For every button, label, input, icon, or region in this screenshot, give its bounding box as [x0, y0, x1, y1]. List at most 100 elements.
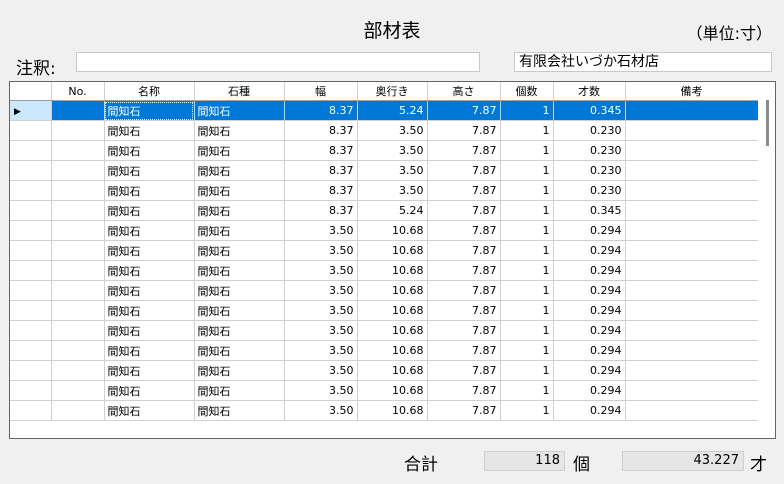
cell-count[interactable]: 1 [500, 400, 554, 421]
cell-remarks[interactable] [625, 240, 759, 261]
cell-name[interactable]: 間知石 [104, 280, 195, 301]
cell-height[interactable]: 7.87 [427, 340, 501, 361]
row-header[interactable] [10, 240, 52, 261]
cell-sai[interactable]: 0.230 [553, 180, 626, 201]
cell-depth[interactable]: 10.68 [357, 240, 428, 261]
cell-no[interactable] [51, 100, 105, 121]
cell-stone[interactable]: 間知石 [194, 100, 285, 121]
cell-height[interactable]: 7.87 [427, 140, 501, 161]
cell-width[interactable]: 3.50 [284, 220, 358, 241]
cell-sai[interactable]: 0.294 [553, 340, 626, 361]
cell-height[interactable]: 7.87 [427, 360, 501, 381]
table-row[interactable]: 間知石 間知石 3.50 10.68 7.87 1 0.294 [10, 260, 759, 281]
table-row[interactable]: 間知石 間知石 3.50 10.68 7.87 1 0.294 [10, 320, 759, 341]
cell-no[interactable] [51, 240, 105, 261]
col-header-rowheader[interactable] [10, 82, 52, 101]
cell-count[interactable]: 1 [500, 360, 554, 381]
row-header[interactable]: ▶ [10, 100, 52, 121]
cell-remarks[interactable] [625, 280, 759, 301]
table-row[interactable]: 間知石 間知石 8.37 3.50 7.87 1 0.230 [10, 180, 759, 201]
cell-stone[interactable]: 間知石 [194, 180, 285, 201]
table-row[interactable]: 間知石 間知石 3.50 10.68 7.87 1 0.294 [10, 360, 759, 381]
col-header-name[interactable]: 名称 [104, 82, 195, 101]
cell-sai[interactable]: 0.345 [553, 200, 626, 221]
cell-remarks[interactable] [625, 340, 759, 361]
cell-no[interactable] [51, 400, 105, 421]
cell-name[interactable]: 間知石 [104, 180, 195, 201]
cell-stone[interactable]: 間知石 [194, 260, 285, 281]
note-field[interactable] [76, 52, 480, 72]
cell-count[interactable]: 1 [500, 320, 554, 341]
cell-stone[interactable]: 間知石 [194, 300, 285, 321]
cell-name[interactable]: 間知石 [104, 260, 195, 281]
col-header-stone[interactable]: 石種 [194, 82, 285, 101]
cell-width[interactable]: 3.50 [284, 360, 358, 381]
cell-width[interactable]: 3.50 [284, 280, 358, 301]
cell-stone[interactable]: 間知石 [194, 360, 285, 381]
cell-depth[interactable]: 10.68 [357, 220, 428, 241]
cell-remarks[interactable] [625, 320, 759, 341]
cell-no[interactable] [51, 180, 105, 201]
cell-no[interactable] [51, 320, 105, 341]
cell-count[interactable]: 1 [500, 340, 554, 361]
table-row[interactable]: 間知石 間知石 3.50 10.68 7.87 1 0.294 [10, 300, 759, 321]
cell-sai[interactable]: 0.294 [553, 300, 626, 321]
cell-depth[interactable]: 3.50 [357, 180, 428, 201]
row-header[interactable] [10, 380, 52, 401]
cell-height[interactable]: 7.87 [427, 240, 501, 261]
cell-count[interactable]: 1 [500, 180, 554, 201]
cell-height[interactable]: 7.87 [427, 220, 501, 241]
cell-name[interactable]: 間知石 [104, 300, 195, 321]
cell-name[interactable]: 間知石 [104, 140, 195, 161]
cell-count[interactable]: 1 [500, 240, 554, 261]
cell-width[interactable]: 8.37 [284, 160, 358, 181]
col-header-depth[interactable]: 奥行き [357, 82, 428, 101]
cell-sai[interactable]: 0.230 [553, 140, 626, 161]
cell-depth[interactable]: 10.68 [357, 320, 428, 341]
cell-height[interactable]: 7.87 [427, 280, 501, 301]
cell-depth[interactable]: 3.50 [357, 140, 428, 161]
cell-height[interactable]: 7.87 [427, 200, 501, 221]
cell-depth[interactable]: 10.68 [357, 260, 428, 281]
cell-stone[interactable]: 間知石 [194, 160, 285, 181]
cell-no[interactable] [51, 260, 105, 281]
cell-depth[interactable]: 10.68 [357, 400, 428, 421]
cell-no[interactable] [51, 300, 105, 321]
table-row[interactable]: 間知石 間知石 3.50 10.68 7.87 1 0.294 [10, 280, 759, 301]
scrollbar-thumb[interactable] [766, 100, 769, 146]
table-row[interactable]: 間知石 間知石 8.37 5.24 7.87 1 0.345 [10, 200, 759, 221]
cell-depth[interactable]: 10.68 [357, 360, 428, 381]
cell-depth[interactable]: 10.68 [357, 380, 428, 401]
cell-count[interactable]: 1 [500, 160, 554, 181]
cell-remarks[interactable] [625, 140, 759, 161]
table-row[interactable]: 間知石 間知石 3.50 10.68 7.87 1 0.294 [10, 340, 759, 361]
cell-name[interactable]: 間知石 [104, 120, 195, 141]
cell-remarks[interactable] [625, 300, 759, 321]
cell-name[interactable]: 間知石 [104, 320, 195, 341]
cell-name[interactable]: 間知石 [104, 400, 195, 421]
cell-height[interactable]: 7.87 [427, 100, 501, 121]
cell-remarks[interactable] [625, 100, 759, 121]
cell-remarks[interactable] [625, 260, 759, 281]
table-row[interactable]: 間知石 間知石 8.37 3.50 7.87 1 0.230 [10, 160, 759, 181]
cell-sai[interactable]: 0.294 [553, 220, 626, 241]
cell-depth[interactable]: 5.24 [357, 200, 428, 221]
cell-height[interactable]: 7.87 [427, 120, 501, 141]
cell-depth[interactable]: 10.68 [357, 300, 428, 321]
cell-count[interactable]: 1 [500, 220, 554, 241]
cell-height[interactable]: 7.87 [427, 260, 501, 281]
cell-height[interactable]: 7.87 [427, 180, 501, 201]
cell-name[interactable]: 間知石 [104, 160, 195, 181]
cell-stone[interactable]: 間知石 [194, 200, 285, 221]
table-row[interactable]: 間知石 間知石 8.37 3.50 7.87 1 0.230 [10, 120, 759, 141]
cell-width[interactable]: 3.50 [284, 340, 358, 361]
cell-stone[interactable]: 間知石 [194, 340, 285, 361]
cell-stone[interactable]: 間知石 [194, 120, 285, 141]
cell-count[interactable]: 1 [500, 300, 554, 321]
cell-no[interactable] [51, 280, 105, 301]
cell-stone[interactable]: 間知石 [194, 400, 285, 421]
row-header[interactable] [10, 260, 52, 281]
cell-name[interactable]: 間知石 [104, 380, 195, 401]
row-header[interactable] [10, 160, 52, 181]
cell-stone[interactable]: 間知石 [194, 380, 285, 401]
